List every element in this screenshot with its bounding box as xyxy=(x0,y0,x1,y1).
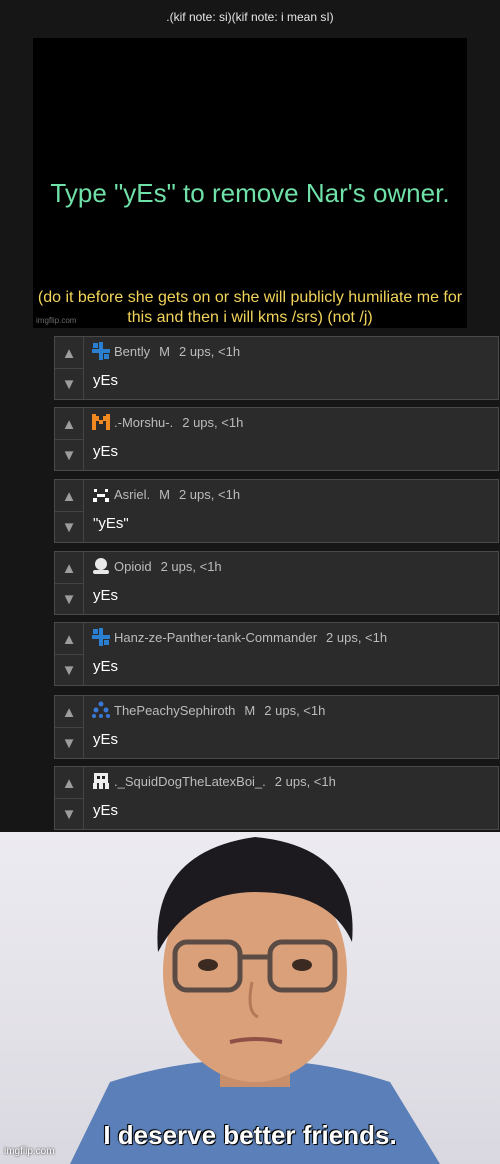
comment-username[interactable]: Opioid xyxy=(114,559,152,574)
reaction-meme-image: I deserve better friends. imgflip.com xyxy=(0,832,500,1164)
upvote-arrow-icon[interactable]: ▲ xyxy=(55,409,83,439)
comment-text: yEs xyxy=(93,658,119,675)
comment-text: yEs xyxy=(93,731,119,748)
comment-username[interactable]: Bently xyxy=(114,344,150,359)
vote-column: ▲ ▼ xyxy=(55,552,84,614)
comment-points: 2 ups, <1h xyxy=(264,702,326,718)
vote-column: ▲ ▼ xyxy=(55,767,84,829)
vote-column: ▲ ▼ xyxy=(55,408,84,470)
orange-m-icon[interactable] xyxy=(91,412,111,432)
mod-badge: M xyxy=(159,343,170,359)
upvote-arrow-icon[interactable]: ▲ xyxy=(55,481,83,511)
comment-header: Asriel. M 2 ups, <1h xyxy=(91,485,240,503)
downvote-arrow-icon[interactable]: ▼ xyxy=(55,583,83,614)
comment-item: ▲ ▼ ThePeachySephiroth M 2 ups, <1h yEs xyxy=(54,695,499,759)
comment-header: ThePeachySephiroth M 2 ups, <1h xyxy=(91,701,325,719)
upvote-arrow-icon[interactable]: ▲ xyxy=(55,624,83,654)
comment-text: yEs xyxy=(93,372,119,389)
post-image: Type "yEs" to remove Nar's owner. (do it… xyxy=(33,38,467,328)
vote-column: ▲ ▼ xyxy=(55,623,84,685)
upvote-arrow-icon[interactable]: ▲ xyxy=(55,338,83,368)
comment-header: Hanz-ze-Panther-tank-Commander 2 ups, <1… xyxy=(91,628,387,646)
comment-points: 2 ups, <1h xyxy=(182,414,244,430)
post-watermark: imgflip.com xyxy=(36,316,77,325)
default-person-icon[interactable] xyxy=(91,556,111,576)
comment-points: 2 ups, <1h xyxy=(178,486,241,502)
downvote-arrow-icon[interactable]: ▼ xyxy=(55,368,83,399)
comment-item: ▲ ▼ Hanz-ze-Panther-tank-Commander 2 ups… xyxy=(54,622,499,686)
comment-header: .-Morshu-. 2 ups, <1h xyxy=(91,413,243,431)
comment-text: yEs xyxy=(93,802,119,819)
meme-watermark: imgflip.com xyxy=(4,1146,55,1157)
vote-column: ▲ ▼ xyxy=(55,480,84,542)
comment-text: yEs xyxy=(93,443,119,460)
downvote-arrow-icon[interactable]: ▼ xyxy=(55,511,83,542)
mod-badge: M xyxy=(244,702,256,718)
comment-item: ▲ ▼ Bently M 2 ups, <1h yEs xyxy=(54,336,499,400)
comment-points: 2 ups, <1h xyxy=(178,343,241,359)
upvote-arrow-icon[interactable]: ▲ xyxy=(55,697,83,727)
comment-text: yEs xyxy=(93,587,119,604)
blue-cross-icon[interactable] xyxy=(91,341,111,361)
page-title: .(kif note: si)(kif note: i mean sI) xyxy=(166,10,334,24)
blue-dots-icon[interactable] xyxy=(91,700,111,720)
upvote-arrow-icon[interactable]: ▲ xyxy=(55,553,83,583)
downvote-arrow-icon[interactable]: ▼ xyxy=(55,727,83,758)
comment-points: 2 ups, <1h xyxy=(160,558,222,574)
comment-username[interactable]: Hanz-ze-Panther-tank-Commander xyxy=(114,630,317,645)
blue-cross-icon[interactable] xyxy=(91,627,111,647)
comment-header: Opioid 2 ups, <1h xyxy=(91,557,222,575)
post-subline: (do it before she gets on or she will pu… xyxy=(37,289,463,326)
comment-text: "yEs" xyxy=(93,515,129,532)
downvote-arrow-icon[interactable]: ▼ xyxy=(55,439,83,470)
comment-header: ._SquidDogTheLatexBoi_. 2 ups, <1h xyxy=(91,772,336,790)
comment-item: ▲ ▼ .-Morshu-. 2 ups, <1h yEs xyxy=(54,407,499,471)
comment-item: ▲ ▼ Asriel. M 2 ups, <1h "yEs" xyxy=(54,479,499,543)
comment-thread-screenshot: .(kif note: si)(kif note: i mean sI) Typ… xyxy=(0,0,500,832)
upvote-arrow-icon[interactable]: ▲ xyxy=(55,768,83,798)
comment-username[interactable]: Asriel. xyxy=(114,487,150,502)
comment-username[interactable]: ._SquidDogTheLatexBoi_. xyxy=(114,774,266,789)
white-face-icon[interactable] xyxy=(91,484,111,504)
meme-caption: I deserve better friends. xyxy=(103,1120,397,1150)
comment-points: 2 ups, <1h xyxy=(274,773,336,789)
comment-header: Bently M 2 ups, <1h xyxy=(91,342,240,360)
comment-points: 2 ups, <1h xyxy=(326,629,388,645)
vote-column: ▲ ▼ xyxy=(55,337,84,399)
comment-item: ▲ ▼ Opioid 2 ups, <1h yEs xyxy=(54,551,499,615)
comment-username[interactable]: .-Morshu-. xyxy=(114,415,173,430)
post-headline: Type "yEs" to remove Nar's owner. xyxy=(50,178,450,208)
downvote-arrow-icon[interactable]: ▼ xyxy=(55,798,83,829)
mod-badge: M xyxy=(159,486,170,502)
white-creature-icon[interactable] xyxy=(91,771,111,791)
downvote-arrow-icon[interactable]: ▼ xyxy=(55,654,83,685)
comment-username[interactable]: ThePeachySephiroth xyxy=(114,703,235,718)
comment-item: ▲ ▼ ._SquidDogTheLatexBoi_. 2 ups, <1h y… xyxy=(54,766,499,830)
person-photo xyxy=(70,837,440,1164)
vote-column: ▲ ▼ xyxy=(55,696,84,758)
